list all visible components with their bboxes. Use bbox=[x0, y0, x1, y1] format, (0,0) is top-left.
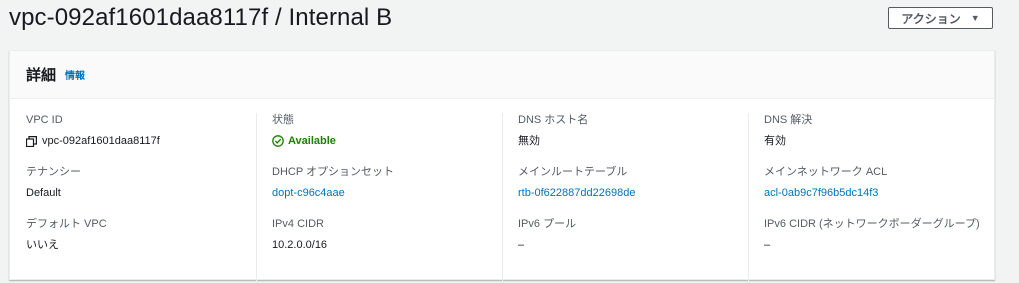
details-panel-header: 詳細 情報 bbox=[10, 51, 994, 99]
copy-icon[interactable] bbox=[26, 135, 37, 147]
field-value: vpc-092af1601daa8117f bbox=[26, 134, 256, 148]
field-dns-hostnames: DNS ホスト名 無効 bbox=[518, 113, 748, 165]
field-main-network-acl: メインネットワーク ACL acl-0ab9c7f96b5dc14f3 bbox=[764, 165, 994, 217]
field-value: いいえ bbox=[26, 239, 59, 251]
field-state: 状態 Available bbox=[272, 113, 502, 165]
actions-dropdown-button[interactable]: アクション ▼ bbox=[888, 7, 993, 29]
field-value: – bbox=[518, 239, 525, 251]
check-circle-icon bbox=[272, 135, 284, 147]
field-vpc-id: VPC ID vpc-092af1601daa8117f bbox=[26, 113, 256, 165]
field-ipv4-cidr: IPv4 CIDR 10.2.0.0/16 bbox=[272, 217, 502, 269]
field-label: メインネットワーク ACL bbox=[764, 166, 888, 178]
field-value: 無効 bbox=[518, 135, 540, 147]
field-value: 有効 bbox=[764, 135, 786, 147]
caret-down-icon: ▼ bbox=[970, 13, 980, 23]
field-label: VPC ID bbox=[26, 114, 63, 126]
dhcp-options-link[interactable]: dopt-c96c4aae bbox=[272, 186, 502, 200]
field-ipv6-pool: IPv6 プール – bbox=[518, 217, 748, 269]
field-label: IPv6 プール bbox=[518, 218, 577, 230]
details-column-1: VPC ID vpc-092af1601daa8117f テナンシー Defau… bbox=[10, 113, 256, 269]
route-table-link[interactable]: rtb-0f622887dd22698de bbox=[518, 186, 748, 200]
page-title: vpc-092af1601daa8117f / Internal B bbox=[9, 4, 393, 31]
field-dns-resolution: DNS 解決 有効 bbox=[764, 113, 994, 165]
network-acl-link[interactable]: acl-0ab9c7f96b5dc14f3 bbox=[764, 186, 994, 200]
field-label: デフォルト VPC bbox=[26, 218, 107, 230]
details-column-3: DNS ホスト名 無効 メインルートテーブル rtb-0f622887dd226… bbox=[502, 113, 748, 283]
field-value: Default bbox=[26, 187, 61, 199]
field-value: 10.2.0.0/16 bbox=[272, 239, 328, 251]
field-label: DNS 解決 bbox=[764, 114, 813, 126]
field-label: テナンシー bbox=[26, 166, 81, 178]
field-label: 状態 bbox=[272, 114, 294, 126]
actions-button-label: アクション bbox=[901, 11, 961, 26]
info-link[interactable]: 情報 bbox=[65, 67, 85, 82]
field-label: DHCP オプションセット bbox=[272, 166, 395, 178]
details-panel: 詳細 情報 VPC ID vpc-092af1601daa8117f テナンシー… bbox=[9, 50, 995, 283]
status-value: Available bbox=[272, 134, 502, 148]
field-default-vpc: デフォルト VPC いいえ bbox=[26, 217, 256, 269]
details-grid: VPC ID vpc-092af1601daa8117f テナンシー Defau… bbox=[10, 113, 994, 283]
details-column-2: 状態 Available DHCP オプションセット dopt-c96c4aae… bbox=[256, 113, 502, 283]
field-label: メインルートテーブル bbox=[518, 166, 628, 178]
field-ipv6-cidr: IPv6 CIDR (ネットワークボーダーグループ) – bbox=[764, 217, 994, 269]
field-label: IPv4 CIDR bbox=[272, 218, 324, 230]
field-tenancy: テナンシー Default bbox=[26, 165, 256, 217]
field-dhcp-options: DHCP オプションセット dopt-c96c4aae bbox=[272, 165, 502, 217]
vpc-id-value: vpc-092af1601daa8117f bbox=[42, 135, 160, 147]
status-label: Available bbox=[288, 135, 336, 147]
field-label: DNS ホスト名 bbox=[518, 114, 589, 126]
field-main-route-table: メインルートテーブル rtb-0f622887dd22698de bbox=[518, 165, 748, 217]
field-value: – bbox=[764, 239, 771, 251]
field-label: IPv6 CIDR (ネットワークボーダーグループ) bbox=[764, 218, 980, 230]
details-column-4: DNS 解決 有効 メインネットワーク ACL acl-0ab9c7f96b5d… bbox=[748, 113, 994, 283]
details-title: 詳細 bbox=[26, 67, 57, 84]
